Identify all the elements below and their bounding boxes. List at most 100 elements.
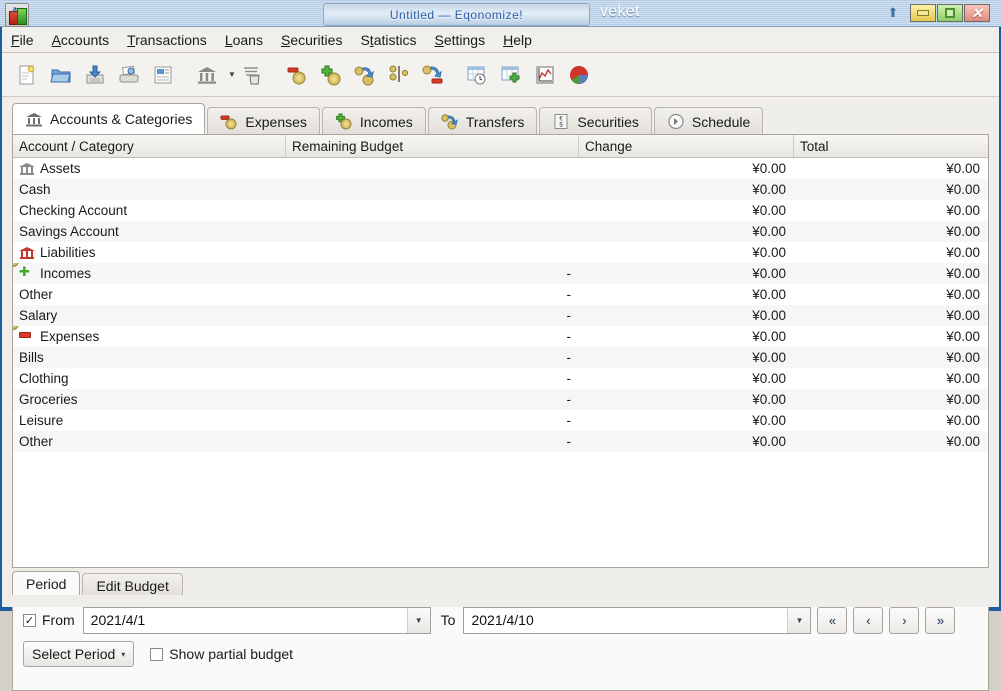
open-folder-icon[interactable] [46,60,76,90]
cell-total: ¥0.00 [946,203,980,218]
cell-remaining-budget: - [566,371,572,386]
column-header-remaining-budget[interactable]: Remaining Budget [286,135,579,157]
show-partial-budget-label: Show partial budget [169,646,294,662]
cell-account-category: Savings Account [13,221,286,242]
bottom-tab-period[interactable]: Period [12,571,81,597]
table-row[interactable]: Groceries - ¥0.00 ¥0.00 [13,389,988,410]
menu-item-loans[interactable]: Loans [216,29,272,51]
window-title-plate: Untitled — Eqonomize! [323,3,590,26]
cell-total: ¥0.00 [946,329,980,344]
desktop-label: veket [600,3,640,20]
table-row[interactable]: Expenses - ¥0.00 ¥0.00 [13,326,988,347]
row-label: Groceries [19,392,78,407]
pie-chart-icon[interactable] [564,60,594,90]
table-row[interactable]: Assets ¥0.00 ¥0.00 [13,158,988,179]
report-icon[interactable] [148,60,178,90]
tab-securities[interactable]: € $ Securities [539,107,652,135]
cell-change: ¥0.00 [752,434,786,449]
column-header-account-category[interactable]: Account / Category [13,135,286,157]
cell-change: ¥0.00 [752,266,786,281]
bank-icon [26,112,42,126]
menu-item-file[interactable]: File [2,29,43,51]
row-label: Liabilities [40,245,96,260]
cell-change: ¥0.00 [752,161,786,176]
split-transaction-icon[interactable] [384,60,414,90]
new-income-icon[interactable] [316,60,346,90]
cell-remaining-budget [286,200,579,221]
cell-account-category: ✚ Incomes [13,263,286,284]
tab-expenses[interactable]: Expenses [207,107,320,135]
tab-transfers[interactable]: Transfers [427,107,538,135]
minimize-button[interactable] [910,4,936,22]
application-window: ↗ Untitled — Eqonomize! veket ⬆ ✕ File Ac… [0,0,1001,691]
clock-icon [668,113,684,130]
cell-total: ¥0.00 [946,287,980,302]
cell-remaining-budget [286,158,579,179]
table-row[interactable]: ✚ Incomes - ¥0.00 ¥0.00 [13,263,988,284]
table-row[interactable]: Savings Account ¥0.00 ¥0.00 [13,221,988,242]
table-row[interactable]: Clothing - ¥0.00 ¥0.00 [13,368,988,389]
cell-remaining-budget: - [566,434,572,449]
chart-line-icon[interactable] [530,60,560,90]
table-row[interactable]: Salary - ¥0.00 ¥0.00 [13,305,988,326]
table-row[interactable]: Other - ¥0.00 ¥0.00 [13,431,988,452]
chevron-down-icon[interactable]: ▼ [226,60,238,90]
securities-icon: €$ [554,114,568,129]
new-budget-icon[interactable] [496,60,526,90]
cell-change: ¥0.00 [752,287,786,302]
save-icon[interactable] [80,60,110,90]
menu-item-accounts[interactable]: Accounts [43,29,119,51]
tree-header: Account / Category Remaining Budget Change… [13,135,988,158]
tab-incomes[interactable]: Incomes [321,107,426,135]
table-row[interactable]: Checking Account ¥0.00 ¥0.00 [13,200,988,221]
cell-remaining-budget [286,221,579,242]
cell-change: ¥0.00 [752,203,786,218]
select-period-button[interactable]: Select Period ▾ [23,641,135,667]
new-expense-icon[interactable] [282,60,312,90]
cell-account-category: Salary [13,305,286,326]
cell-remaining-budget [286,179,579,200]
show-partial-budget-checkbox[interactable] [150,647,164,661]
from-checkbox[interactable]: ✓ [23,613,36,627]
table-row[interactable]: Liabilities ¥0.00 ¥0.00 [13,242,988,263]
from-date-dropdown-icon[interactable]: ▼ [406,607,430,633]
row-label: Checking Account [19,203,128,218]
close-icon: ✕ [971,5,983,21]
row-label: Salary [19,308,58,323]
menu-item-securities[interactable]: Securities [272,29,351,51]
to-date-value: 2021/4/10 [471,612,534,628]
table-row[interactable]: Leisure - ¥0.00 ¥0.00 [13,410,988,431]
bottom-tab-edit-budget[interactable]: Edit Budget [82,573,183,597]
close-button[interactable]: ✕ [964,4,990,22]
new-document-icon[interactable] [12,60,42,90]
window-title: Untitled — Eqonomize! [389,7,524,22]
table-row[interactable]: Other - ¥0.00 ¥0.00 [13,284,988,305]
new-transfer-icon[interactable] [350,60,380,90]
table-row[interactable]: Cash ¥0.00 ¥0.00 [13,179,988,200]
column-header-change[interactable]: Change [579,135,794,157]
tab-schedule[interactable]: Schedule [653,107,764,135]
row-label: Assets [40,161,81,176]
refund-icon[interactable] [418,60,448,90]
from-label: From [42,612,75,628]
shade-icon[interactable]: ⬆ [885,5,901,21]
column-header-total[interactable]: Total [794,135,988,157]
maximize-button[interactable] [937,4,963,22]
expense-coin-icon [220,115,237,130]
menu-item-transactions[interactable]: Transactions [118,29,216,51]
accounts-tree-panel[interactable]: Account / Category Remaining Budget Change… [12,134,989,568]
row-label: Bills [19,350,44,365]
menu-item-help[interactable]: Help [494,29,541,51]
schedule-icon[interactable] [462,60,492,90]
table-row[interactable]: Bills - ¥0.00 ¥0.00 [13,347,988,368]
print-icon[interactable] [114,60,144,90]
to-date-dropdown-icon[interactable]: ▼ [787,607,811,633]
delete-account-icon[interactable] [238,60,268,90]
menu-item-settings[interactable]: Settings [425,29,494,51]
tab-label: Schedule [691,113,751,130]
transfer-coin-icon [441,114,458,130]
cell-change: ¥0.00 [752,224,786,239]
menu-item-statistics[interactable]: Statistics [351,29,425,51]
tab-accounts-categories[interactable]: Accounts & Categories [12,103,206,135]
new-account-icon[interactable] [192,60,222,90]
